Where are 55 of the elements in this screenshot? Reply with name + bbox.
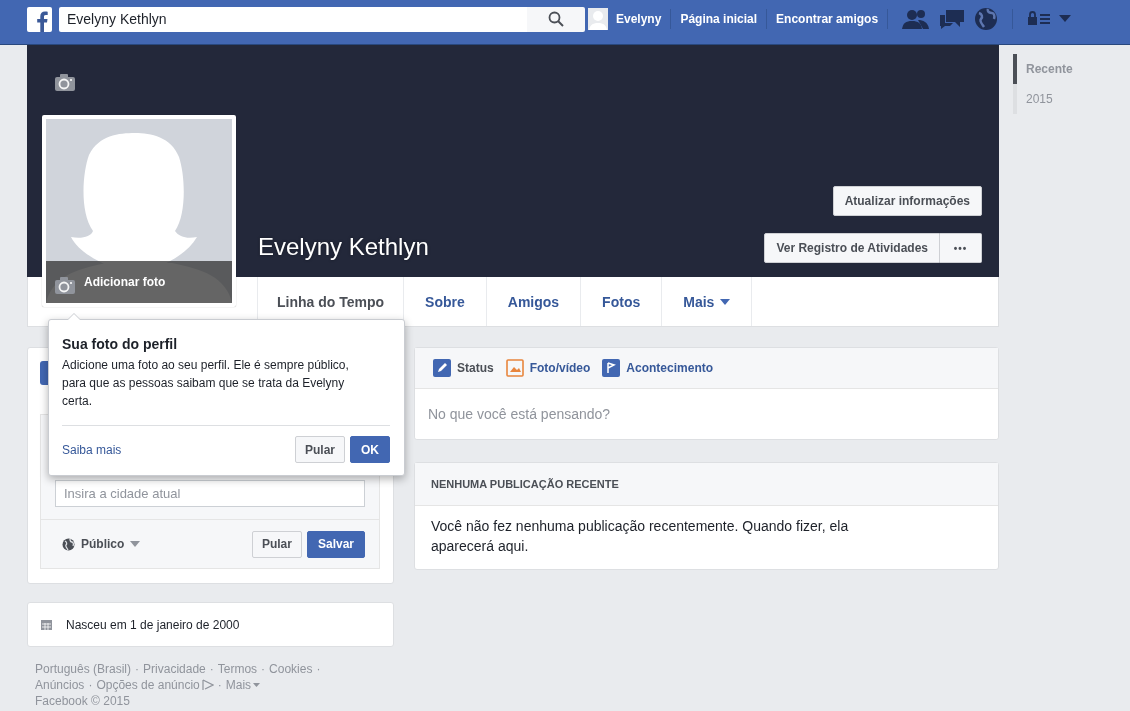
separator-dot: · <box>261 661 266 677</box>
add-photo-button[interactable]: Adicionar foto <box>46 261 232 303</box>
facebook-logo[interactable] <box>27 6 52 32</box>
profile-name: Evelyny Kethlyn <box>258 233 429 261</box>
camera-icon[interactable] <box>54 73 76 92</box>
activity-log-button[interactable]: Ver Registro de Atividades <box>764 233 940 263</box>
profile-tab[interactable]: Amigos <box>485 277 581 326</box>
caret-icon[interactable] <box>1059 15 1072 23</box>
nav-link[interactable]: Página inicial <box>671 9 768 29</box>
caret-icon <box>720 298 731 305</box>
city-field[interactable]: Insira a cidade atual <box>55 480 365 507</box>
caret-icon <box>253 683 261 687</box>
flag-icon <box>602 359 621 377</box>
update-info-button[interactable]: Atualizar informações <box>832 186 982 216</box>
separator-dot: · <box>209 661 214 677</box>
popover-title: Sua foto do perfil <box>62 336 179 352</box>
audience-selector[interactable]: Público <box>62 537 141 551</box>
globe-icon[interactable] <box>974 7 999 31</box>
empty-message: Você não fez nenhuma publicação recentemente. Quando fizer, ela aparecerá aqui. <box>430 517 850 556</box>
separator-dot: · <box>88 677 93 693</box>
search-button[interactable] <box>527 6 585 32</box>
globe-icon <box>62 537 75 551</box>
composer-card[interactable]: Status Foto/vídeo Acontecimento No que você está pensando? <box>414 347 999 440</box>
caret-icon <box>130 541 141 547</box>
confirm-button[interactable]: Salvar <box>306 530 365 558</box>
lock-icon[interactable] <box>1027 11 1052 27</box>
composer-tab[interactable]: Foto/vídeo <box>505 359 591 377</box>
separator-dot: · <box>217 677 222 693</box>
camera-icon <box>54 275 76 295</box>
photo-icon <box>505 359 524 377</box>
separator-dot: · <box>316 661 321 677</box>
birthday-text: Nasceu em 1 de janeiro de 2000 <box>66 617 240 632</box>
search-icon <box>548 11 564 27</box>
avatar-icon <box>588 8 608 30</box>
friends-icon[interactable] <box>902 8 931 30</box>
adchoices-icon <box>201 679 214 691</box>
more-button[interactable]: ••• <box>940 233 982 263</box>
nav-link[interactable]: Encontrar amigos <box>767 9 889 29</box>
copyright-text: Facebook © 2015 <box>35 693 131 709</box>
confirm-button[interactable]: OK <box>350 436 390 463</box>
messages-icon[interactable] <box>938 8 967 30</box>
profile-link[interactable]: Evelyny <box>588 9 672 29</box>
composer-tab[interactable]: Acontecimento <box>602 359 714 377</box>
search-field[interactable]: Evelyny Kethlyn <box>59 6 527 32</box>
pencil-icon <box>433 359 451 377</box>
separator-dot: · <box>135 661 140 677</box>
popover-text: Adicione uma foto ao seu perfil. Ele é sempre público, para que as pessoas saibam que se trata da Evelyny certa. <box>62 357 350 410</box>
composer-tab[interactable]: Status <box>433 359 494 377</box>
profile-tab[interactable]: Fotos <box>580 277 662 326</box>
learn-more-link[interactable]: Saiba mais <box>62 442 122 457</box>
calendar-icon <box>41 619 52 630</box>
skip-button[interactable]: Pular <box>251 530 302 558</box>
skip-button[interactable]: Pular <box>295 436 345 463</box>
section-heading: NENHUMA PUBLICAÇÃO RECENTE <box>415 463 998 506</box>
profile-tab[interactable]: Mais <box>661 277 753 326</box>
